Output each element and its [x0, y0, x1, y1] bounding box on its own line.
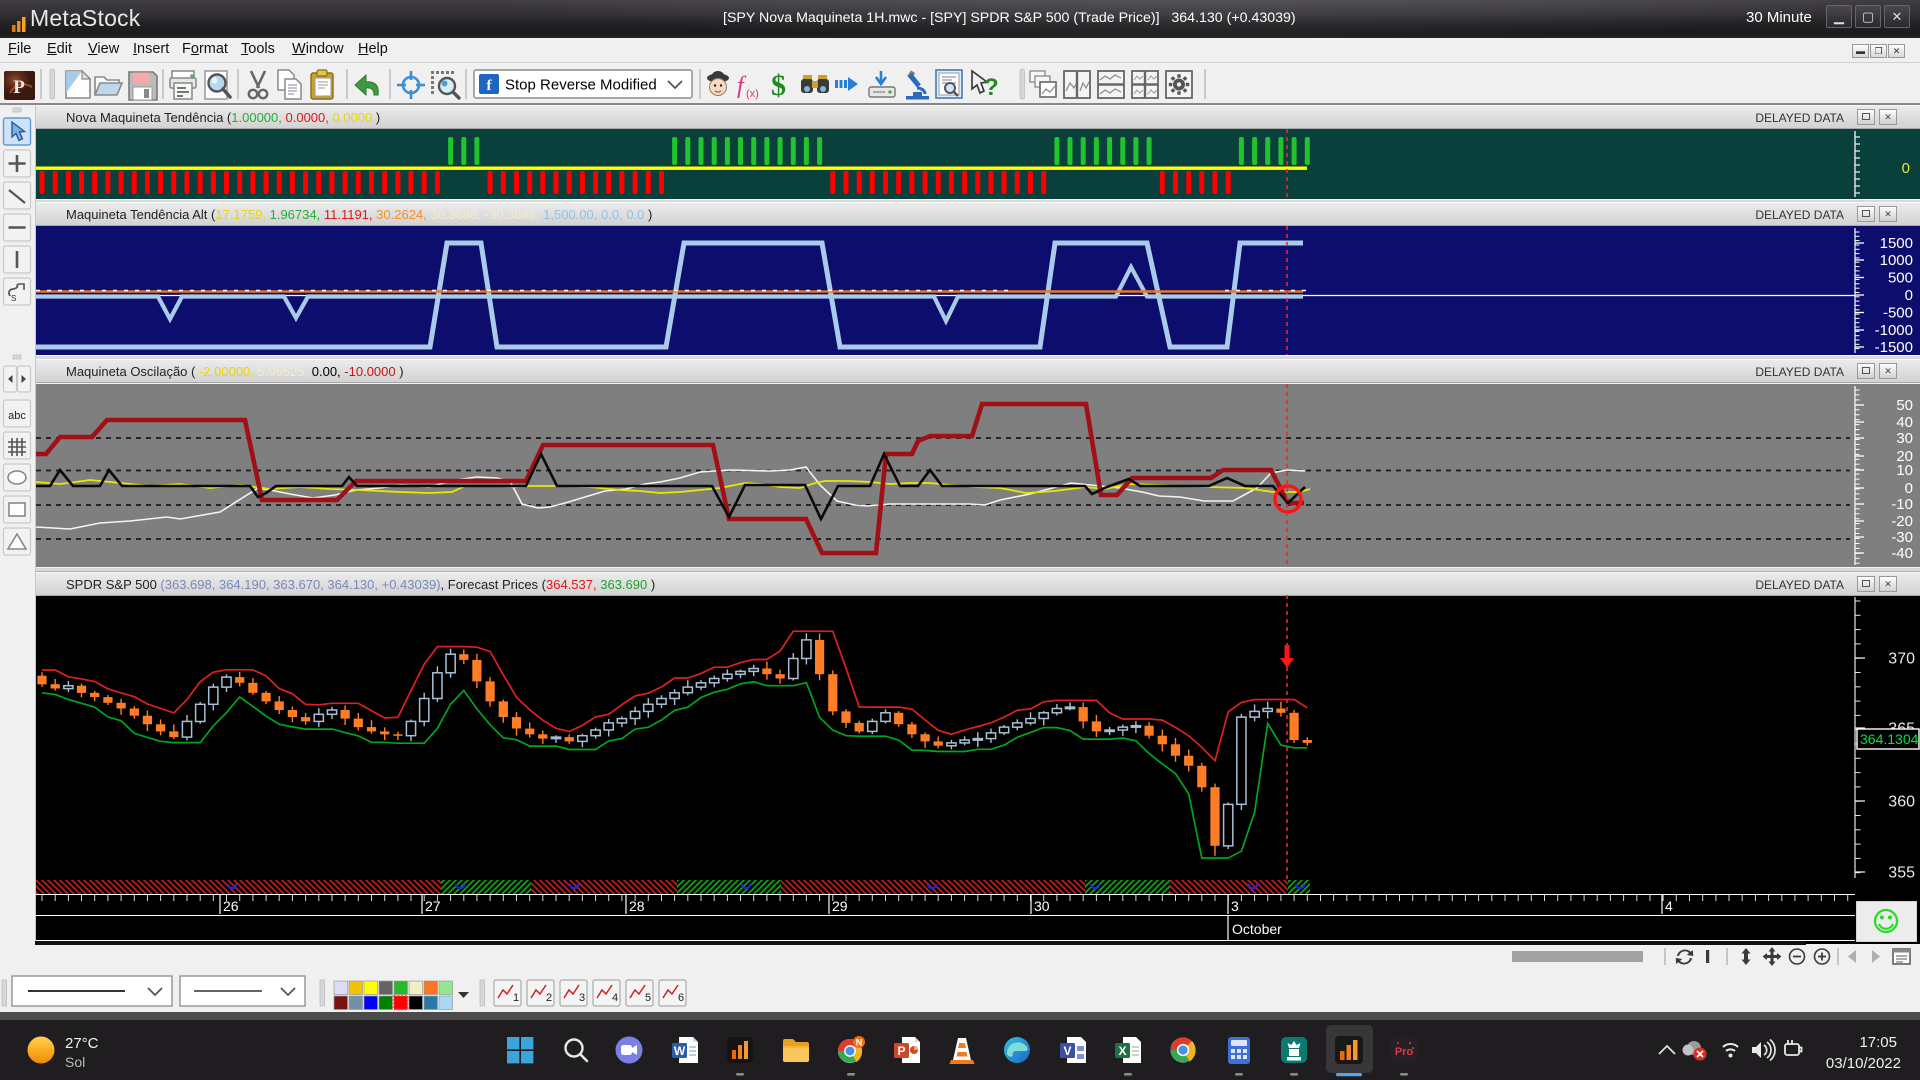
svg-text:0: 0	[1905, 287, 1913, 304]
svg-text:-20: -20	[1891, 513, 1913, 530]
svg-text:355: 355	[1888, 865, 1915, 881]
svg-text:27°C: 27°C	[65, 1035, 99, 1052]
svg-text:3: 3	[1231, 898, 1239, 914]
svg-text:(x): (x)	[746, 88, 759, 100]
svg-text:360: 360	[1888, 794, 1915, 811]
svg-text:Stop Reverse Modified: Stop Reverse Modified	[505, 77, 657, 94]
svg-text:6: 6	[678, 992, 684, 1004]
svg-text:V: V	[1063, 1044, 1071, 1058]
svg-text:-500: -500	[1883, 305, 1913, 322]
svg-text:S: S	[11, 294, 16, 303]
svg-text:1500: 1500	[1880, 235, 1913, 252]
svg-text:364.1304: 364.1304	[1860, 731, 1919, 747]
svg-text:Pro: Pro	[1395, 1046, 1414, 1058]
svg-text:30: 30	[1896, 430, 1913, 447]
svg-text:5: 5	[645, 992, 651, 1004]
svg-text:-30: -30	[1891, 529, 1913, 546]
svg-text:28: 28	[629, 898, 645, 914]
svg-text:Sol: Sol	[65, 1054, 85, 1070]
svg-text:P: P	[13, 77, 25, 98]
svg-text:-1000: -1000	[1875, 322, 1913, 339]
svg-text:4: 4	[1665, 898, 1673, 914]
svg-text:17:05: 17:05	[1859, 1034, 1897, 1051]
svg-text:26: 26	[223, 898, 239, 914]
svg-text:-1500: -1500	[1875, 339, 1913, 355]
svg-text:370: 370	[1888, 651, 1915, 668]
svg-text:500: 500	[1888, 270, 1913, 287]
svg-text:27: 27	[425, 898, 441, 914]
svg-text:1: 1	[513, 992, 519, 1004]
svg-text:N: N	[856, 1038, 863, 1048]
svg-text:0: 0	[1905, 480, 1913, 497]
svg-text:October: October	[1232, 921, 1282, 937]
svg-text:P: P	[897, 1044, 905, 1058]
svg-text:10: 10	[1896, 462, 1913, 479]
svg-text:29: 29	[832, 898, 848, 914]
svg-text:03/10/2022: 03/10/2022	[1826, 1055, 1901, 1072]
svg-text:$: $	[771, 69, 786, 102]
svg-text:-10: -10	[1891, 496, 1913, 513]
svg-text:W: W	[674, 1044, 686, 1058]
svg-text:30: 30	[1034, 898, 1050, 914]
svg-text:1000: 1000	[1880, 252, 1913, 269]
svg-text:50: 50	[1896, 397, 1913, 414]
svg-text:X: X	[1118, 1044, 1126, 1058]
svg-text:-40: -40	[1891, 545, 1913, 562]
svg-text:2: 2	[546, 992, 552, 1004]
svg-text:40: 40	[1896, 414, 1913, 431]
svg-text:4: 4	[612, 992, 618, 1004]
svg-text:?: ?	[984, 74, 999, 101]
svg-text:3: 3	[579, 992, 585, 1004]
svg-text:abc: abc	[8, 410, 26, 422]
svg-text:0: 0	[1902, 160, 1910, 177]
